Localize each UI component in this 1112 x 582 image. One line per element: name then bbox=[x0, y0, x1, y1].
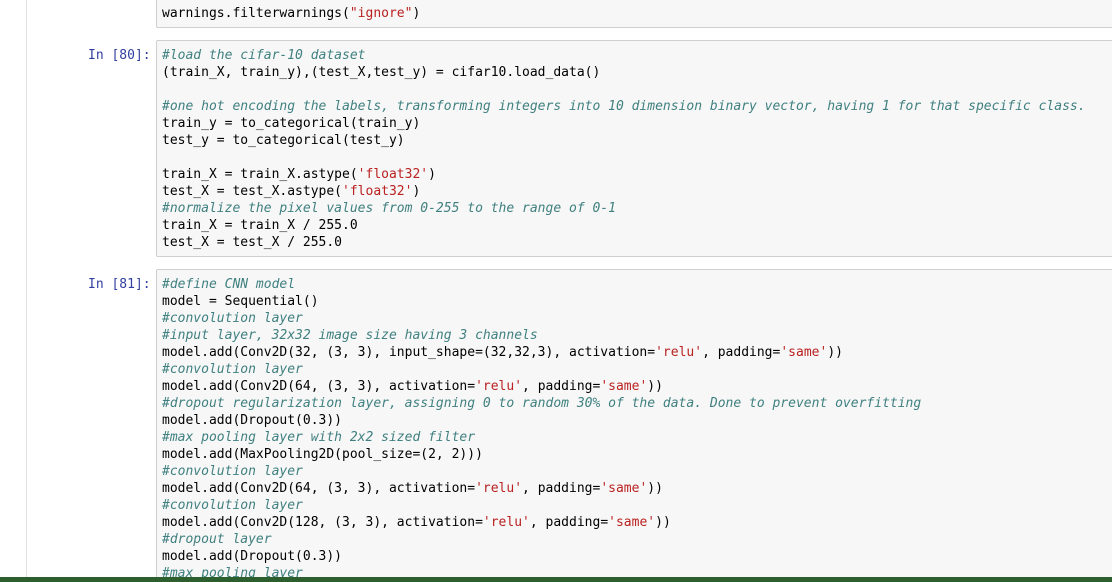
code-token: model.add(Conv2D(64, (3, 3), activation= bbox=[162, 379, 476, 394]
code-line: #load the cifar-10 dataset bbox=[162, 47, 366, 64]
string-token: "ignore" bbox=[349, 6, 413, 21]
code-token: ) bbox=[412, 184, 421, 199]
code-line: (train_X, train_y),(test_X,test_y) = cif… bbox=[162, 64, 600, 81]
comment-token: #convolution layer bbox=[162, 498, 303, 513]
comment-token: #max pooling layer with 2x2 sized filter bbox=[162, 430, 476, 445]
code-line: model.add(MaxPooling2D(pool_size=(2, 2))… bbox=[162, 446, 483, 463]
code-line: #define CNN model bbox=[162, 276, 295, 293]
code-token: test_y = to_categorical(test_y) bbox=[162, 133, 405, 148]
code-line: train_X = train_X / 255.0 bbox=[162, 217, 358, 234]
comment-token: #input layer, 32x32 image size having 3 … bbox=[162, 328, 538, 343]
code-line: #convolution layer bbox=[162, 497, 303, 514]
code-line: #dropout layer bbox=[162, 531, 272, 548]
code-token: test_X = test_X.astype( bbox=[162, 184, 343, 199]
code-token: model.add(Dropout(0.3)) bbox=[162, 549, 343, 564]
code-token: train_X = train_X / 255.0 bbox=[162, 218, 358, 233]
code-line: model = Sequential() bbox=[162, 293, 319, 310]
code-line: test_X = test_X / 255.0 bbox=[162, 234, 342, 251]
code-line: #input layer, 32x32 image size having 3 … bbox=[162, 327, 538, 344]
string-token: 'same' bbox=[608, 515, 656, 530]
string-token: 'relu' bbox=[482, 515, 530, 530]
code-token: )) bbox=[647, 379, 663, 394]
string-token: 'same' bbox=[600, 379, 648, 394]
code-line: model.add(Conv2D(64, (3, 3), activation=… bbox=[162, 378, 663, 395]
code-token: train_y = to_categorical(train_y) bbox=[162, 116, 421, 131]
code-token: )) bbox=[647, 481, 663, 496]
left-gutter-divider bbox=[26, 0, 27, 582]
code-token: )) bbox=[655, 515, 671, 530]
code-line: train_y = to_categorical(train_y) bbox=[162, 115, 420, 132]
code-token: ) bbox=[412, 6, 421, 21]
string-token: 'same' bbox=[600, 481, 648, 496]
code-token: model.add(MaxPooling2D(pool_size=(2, 2))… bbox=[162, 447, 483, 462]
comment-token: #define CNN model bbox=[162, 277, 296, 292]
code-token: test_X = test_X / 255.0 bbox=[162, 235, 343, 250]
code-line: #max pooling layer with 2x2 sized filter bbox=[162, 429, 475, 446]
string-token: 'float32' bbox=[342, 184, 413, 199]
code-token: model.add(Conv2D(32, (3, 3), input_shape… bbox=[162, 345, 656, 360]
code-token: warnings.filterwarnings( bbox=[162, 6, 350, 21]
string-token: 'relu' bbox=[475, 379, 523, 394]
code-token: (train_X, train_y),(test_X,test_y) = cif… bbox=[162, 65, 601, 80]
comment-token: #load the cifar-10 dataset bbox=[162, 48, 366, 63]
code-token: , padding= bbox=[529, 515, 609, 530]
comment-token: #dropout regularization layer, assigning… bbox=[162, 396, 922, 411]
comment-token: #convolution layer bbox=[162, 464, 303, 479]
string-token: 'relu' bbox=[475, 481, 523, 496]
comment-token: #convolution layer bbox=[162, 311, 303, 326]
cell-prompt: In [80]: bbox=[88, 48, 151, 63]
code-line: model.add(Conv2D(64, (3, 3), activation=… bbox=[162, 480, 663, 497]
comment-token: #one hot encoding the labels, transformi… bbox=[162, 99, 1086, 114]
code-token: model = Sequential() bbox=[162, 294, 319, 309]
string-token: 'float32' bbox=[357, 167, 429, 182]
string-token: 'relu' bbox=[655, 345, 703, 360]
status-bar bbox=[0, 577, 1112, 582]
comment-token: #dropout layer bbox=[162, 532, 272, 547]
code-line: test_X = test_X.astype('float32') bbox=[162, 183, 420, 200]
code-line: #normalize the pixel values from 0-255 t… bbox=[162, 200, 616, 217]
string-token: 'same' bbox=[780, 345, 828, 360]
code-token: )) bbox=[827, 345, 843, 360]
code-token: , padding= bbox=[522, 481, 601, 496]
comment-token: #normalize the pixel values from 0-255 t… bbox=[162, 201, 616, 216]
code-line: model.add(Dropout(0.3)) bbox=[162, 412, 342, 429]
code-line: warnings.filterwarnings("ignore") bbox=[162, 5, 420, 22]
code-token: , padding= bbox=[522, 379, 601, 394]
code-line: test_y = to_categorical(test_y) bbox=[162, 132, 405, 149]
code-line: #one hot encoding the labels, transformi… bbox=[162, 98, 1086, 115]
code-line: model.add(Conv2D(32, (3, 3), input_shape… bbox=[162, 344, 843, 361]
code-line: #convolution layer bbox=[162, 310, 303, 327]
notebook-area: warnings.filterwarnings("ignore") In [80… bbox=[0, 0, 1112, 582]
code-token: train_X = train_X.astype( bbox=[162, 167, 358, 182]
code-line: model.add(Conv2D(128, (3, 3), activation… bbox=[162, 514, 671, 531]
code-line: #dropout regularization layer, assigning… bbox=[162, 395, 921, 412]
code-token: model.add(Conv2D(128, (3, 3), activation… bbox=[162, 515, 483, 530]
code-token: ) bbox=[428, 167, 436, 182]
code-line: #convolution layer bbox=[162, 463, 303, 480]
cell-prompt: In [81]: bbox=[88, 277, 151, 292]
code-line: #convolution layer bbox=[162, 361, 303, 378]
comment-token: #convolution layer bbox=[162, 362, 303, 377]
code-line: model.add(Dropout(0.3)) bbox=[162, 548, 342, 565]
code-token: , padding= bbox=[702, 345, 781, 360]
code-line: train_X = train_X.astype('float32') bbox=[162, 166, 436, 183]
code-token: model.add(Dropout(0.3)) bbox=[162, 413, 343, 428]
code-token: model.add(Conv2D(64, (3, 3), activation= bbox=[162, 481, 476, 496]
